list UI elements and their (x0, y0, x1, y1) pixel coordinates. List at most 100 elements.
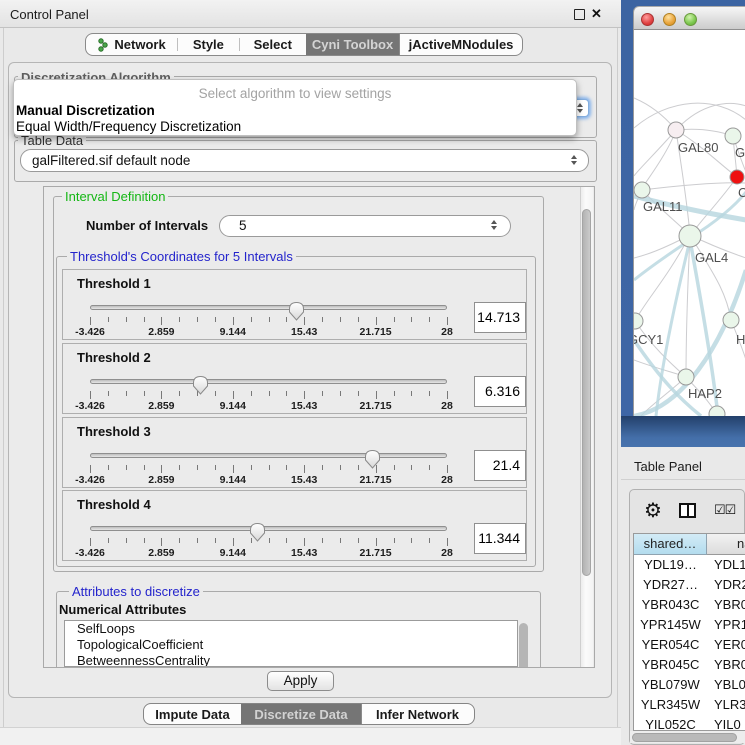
cell-name: YBR0 (714, 655, 745, 675)
column-header-shared-name[interactable]: shared… (634, 534, 707, 555)
network-node[interactable] (723, 312, 739, 328)
numerical-attributes-list[interactable]: SelfLoopsTopologicalCoefficientBetweenne… (64, 620, 518, 667)
tab-style[interactable]: Style (178, 34, 238, 55)
table-row[interactable]: YPR145WYPR1 (634, 615, 745, 635)
slider-tick (251, 391, 252, 396)
network-node[interactable] (730, 170, 744, 184)
network-node[interactable] (725, 128, 741, 144)
network-node[interactable] (678, 369, 694, 385)
apply-button[interactable]: Apply (267, 671, 334, 691)
table-row[interactable]: YIL052CYIL0 (634, 715, 745, 731)
window-zoom-button[interactable] (684, 13, 697, 26)
slider-track[interactable] (90, 453, 447, 458)
slider-tick-label: 2.859 (131, 474, 191, 486)
cell-name: YBR0 (714, 595, 745, 615)
table-panel-title: Table Panel (634, 459, 702, 474)
slider-thumb[interactable] (288, 301, 305, 321)
table-row[interactable]: YBR045CYBR0 (634, 655, 745, 675)
scroll-pane-scrollbar-thumb[interactable] (582, 209, 591, 576)
network-node-label: HAP2 (688, 386, 722, 401)
tab-select[interactable]: Select (240, 34, 306, 55)
window-close-button[interactable] (641, 13, 654, 26)
slider-tick (322, 317, 323, 322)
window-minimize-button[interactable] (663, 13, 676, 26)
float-icon[interactable] (574, 9, 585, 20)
slider-tick (358, 465, 359, 470)
network-node[interactable] (634, 182, 650, 198)
table-row[interactable]: YLR345WYLR3 (634, 695, 745, 715)
select-columns-icon[interactable]: ☑☑ (714, 502, 735, 518)
num-intervals-combo[interactable]: 5 (219, 215, 511, 237)
table-row[interactable]: YDR27…YDR2 (634, 575, 745, 595)
split-columns-icon[interactable] (679, 503, 696, 518)
threshold-label: Threshold 3 (77, 424, 151, 439)
threshold-value-field[interactable]: 11.344 (474, 523, 526, 554)
table-row[interactable]: YDL19…YDL1 (634, 555, 745, 575)
slider-tick (286, 465, 287, 470)
table-data-combo[interactable]: galFiltered.sif default node (20, 149, 589, 172)
slider-tick (394, 465, 395, 470)
table-row[interactable]: YBR043CYBR0 (634, 595, 745, 615)
slider-tick (411, 317, 412, 322)
slider-thumb[interactable] (192, 375, 209, 395)
slider-tick-label: -3.426 (60, 326, 120, 338)
slider-tick (376, 538, 377, 546)
threshold-value-field[interactable]: 14.713 (474, 302, 526, 333)
close-icon[interactable]: ✕ (591, 6, 602, 22)
table-hscrollbar-thumb[interactable] (632, 733, 737, 742)
slider-tick (233, 538, 234, 546)
attribute-item[interactable]: TopologicalCoefficient (65, 637, 517, 653)
slider-thumb[interactable] (249, 522, 266, 542)
control-panel-title: Control Panel (10, 7, 89, 22)
network-view[interactable]: GAL80GACGAL11GAL4GCY1HHAP2 (633, 30, 745, 416)
slider-tick (144, 317, 145, 322)
slider-tick-label: 21.715 (346, 547, 406, 559)
tab-cyni-toolbox[interactable]: Cyni Toolbox (306, 34, 399, 55)
slider-thumb[interactable] (364, 449, 381, 469)
bottom-tab-impute-data[interactable]: Impute Data (144, 704, 241, 724)
slider-tick (376, 317, 377, 325)
threshold-label: Threshold 1 (77, 276, 151, 291)
slider-tick (340, 538, 341, 543)
bottom-tab-discretize-data[interactable]: Discretize Data (241, 704, 361, 724)
gear-icon[interactable]: ⚙ (644, 498, 662, 523)
cell-shared-name: YLR345W (634, 695, 707, 715)
dropdown-option-equal-width[interactable]: Equal Width/Frequency Discretization (16, 119, 241, 134)
network-node[interactable] (668, 122, 684, 138)
threshold-value-field[interactable]: 21.4 (474, 450, 526, 481)
slider-tick (429, 538, 430, 543)
slider-track[interactable] (90, 526, 447, 531)
slider-track[interactable] (90, 379, 447, 384)
bottom-tab-infer-network[interactable]: Infer Network (361, 704, 473, 724)
column-header-name[interactable]: name (707, 534, 745, 555)
network-node[interactable] (709, 406, 725, 416)
threshold-value-field[interactable]: 6.316 (474, 376, 526, 407)
network-window-titlebar[interactable] (633, 6, 745, 30)
top-tab-bar: NetworkStyleSelectCyni ToolboxjActiveMNo… (85, 33, 523, 56)
table-row[interactable]: YBL079WYBL0 (634, 675, 745, 695)
attribute-item[interactable]: SelfLoops (65, 621, 517, 637)
slider-tick-label: 2.859 (131, 547, 191, 559)
tab-network[interactable]: Network (86, 34, 177, 55)
attributes-list-scrollbar[interactable] (519, 623, 528, 668)
slider-track[interactable] (90, 305, 447, 310)
dropdown-option-manual[interactable]: Manual Discretization (16, 103, 155, 118)
slider-tick (90, 317, 91, 325)
node-table[interactable]: shared… name YDL19…YDL1YDR27…YDR2YBR043C… (633, 533, 745, 731)
slider-tick (233, 465, 234, 473)
cell-shared-name: YPR145W (634, 615, 707, 635)
slider-tick (197, 317, 198, 322)
network-node[interactable] (634, 313, 643, 329)
network-node[interactable] (679, 225, 701, 247)
slider-tick-label: -3.426 (60, 474, 120, 486)
tab-jactivemnodules[interactable]: jActiveMNodules (399, 34, 522, 55)
table-row[interactable]: YER054CYER0 (634, 635, 745, 655)
thresholds-group-label: Threshold's Coordinates for 5 Intervals (67, 249, 296, 264)
scroll-pane-scrollbar-track[interactable] (580, 187, 593, 667)
settings-scroll-pane: Interval Definition Number of Intervals … (43, 186, 595, 668)
slider-tick (90, 538, 91, 546)
cell-shared-name: YDL19… (634, 555, 707, 575)
attribute-item[interactable]: BetweennessCentrality (65, 653, 517, 667)
slider-tick (108, 317, 109, 322)
slider-tick (215, 465, 216, 470)
